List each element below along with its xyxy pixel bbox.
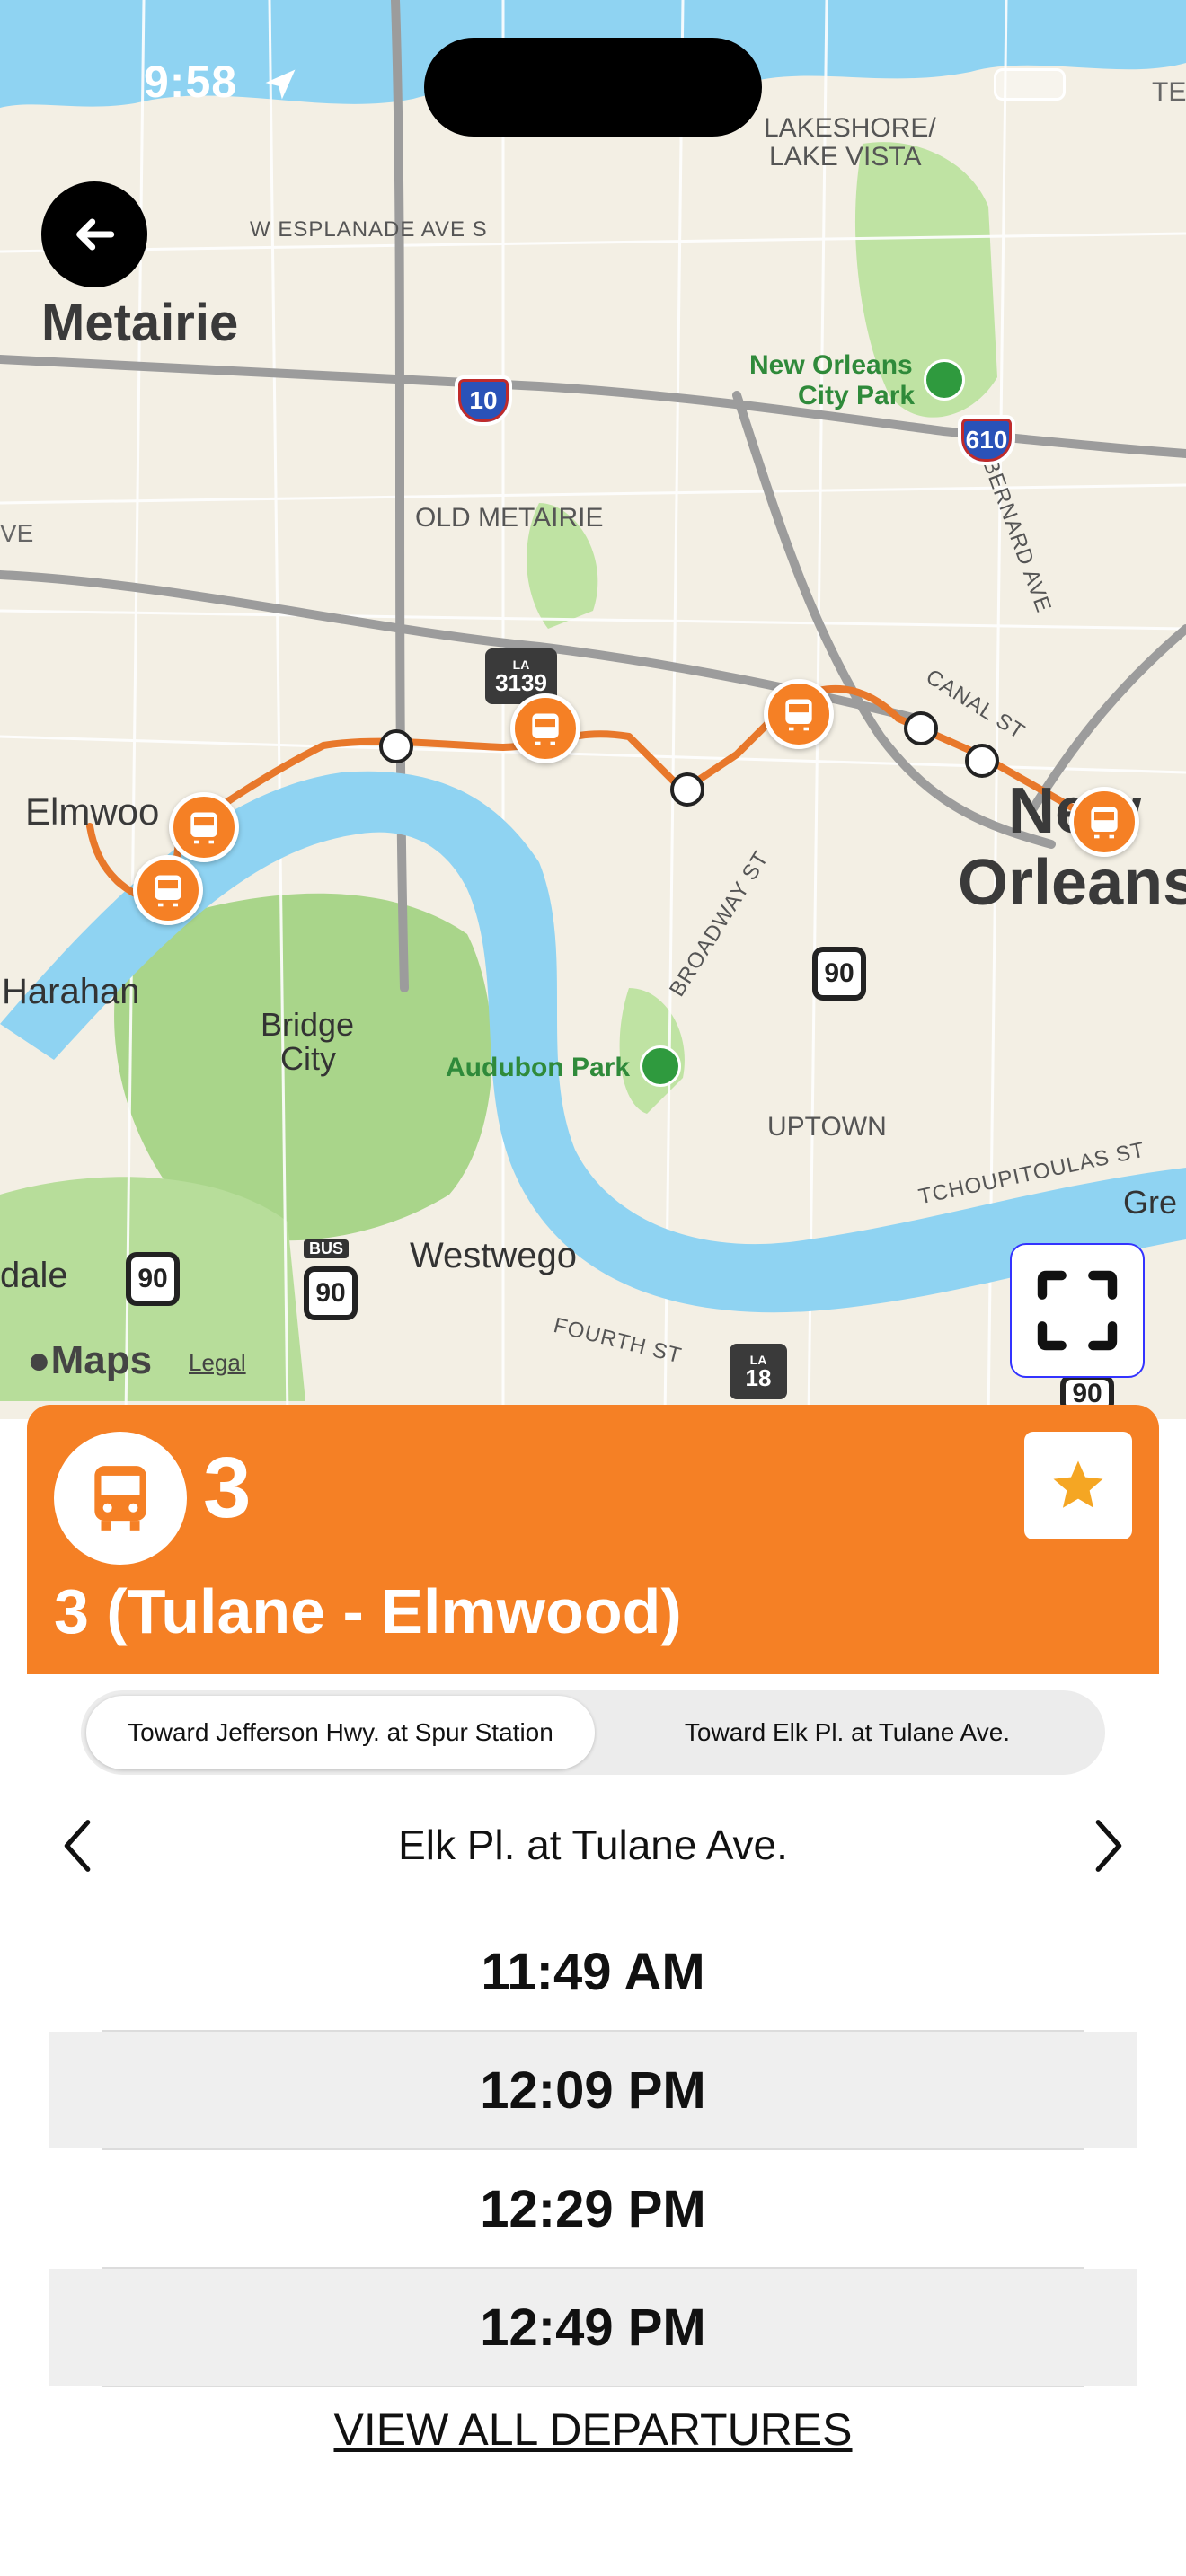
map-label-harahan: Harahan <box>2 972 140 1011</box>
shield-us90-b: 90 <box>126 1252 180 1306</box>
route-panel: 3 3 (Tulane - Elmwood) Toward Jefferson … <box>27 1405 1159 2483</box>
bus-icon <box>155 875 181 907</box>
map-label-new-orleans-2: Orleans <box>958 847 1186 919</box>
status-time: 9:58 <box>144 57 238 107</box>
map-label-lake-vista: LAKE VISTA <box>769 142 922 172</box>
map-label-dale: dale <box>0 1256 68 1295</box>
bus-vehicle-pin[interactable] <box>133 855 203 925</box>
street-esplanade: W ESPLANADE AVE S <box>250 217 488 242</box>
bus-icon <box>190 812 217 844</box>
chevron-right-icon[interactable] <box>1075 1814 1137 1877</box>
legal-link[interactable]: Legal <box>189 1349 246 1377</box>
back-arrow-icon <box>76 218 115 251</box>
park-city-park-line1: New Orleans <box>749 350 913 380</box>
map-label-lakeshore: LAKESHORE/ <box>764 113 936 143</box>
map-label-elmwood: Elmwoo <box>25 790 160 833</box>
favorite-button[interactable] <box>1024 1432 1132 1539</box>
park-marker-icon <box>640 1045 681 1087</box>
chevron-left-icon[interactable] <box>49 1814 111 1877</box>
direction-tab-elk[interactable]: Toward Elk Pl. at Tulane Ave. <box>595 1696 1100 1769</box>
expand-map-button[interactable] <box>1010 1243 1145 1378</box>
map-label-ve: VE <box>0 519 34 547</box>
park-audubon: Audubon Park <box>446 1053 631 1082</box>
departure-row: 12:49 PM <box>49 2269 1137 2386</box>
map-label-te: TE <box>1152 77 1186 107</box>
map-label-westwego: Westwego <box>410 1236 578 1275</box>
back-button[interactable] <box>41 181 147 287</box>
departure-row: 12:09 PM <box>49 2032 1137 2148</box>
bus-vehicle-pin[interactable] <box>1069 787 1139 857</box>
shield-bus-tag: BUS <box>304 1239 350 1258</box>
route-badge <box>54 1432 187 1565</box>
departure-row: 12:29 PM <box>480 2179 706 2238</box>
bus-icon <box>94 1466 146 1531</box>
star-icon <box>1053 1460 1103 1508</box>
stop-selector: Elk Pl. at Tulane Ave. <box>27 1800 1159 1890</box>
bus-icon <box>532 713 559 745</box>
map-label-uptown: UPTOWN <box>767 1112 887 1142</box>
map-label-old-metairie: OLD METAIRIE <box>415 503 604 533</box>
bus-icon <box>785 699 812 731</box>
map-label-city: City <box>280 1040 336 1077</box>
bus-vehicle-pin[interactable] <box>764 679 834 749</box>
shield-la3139-number: 3139 <box>495 669 547 696</box>
battery-icon <box>994 68 1066 101</box>
route-stop-dot[interactable] <box>904 711 938 745</box>
shield-us90-c: 90 <box>304 1266 358 1320</box>
direction-tab-jefferson[interactable]: Toward Jefferson Hwy. at Spur Station <box>86 1696 595 1769</box>
route-header: 3 3 (Tulane - Elmwood) <box>27 1405 1159 1674</box>
maps-attribution: ●Maps <box>27 1338 152 1383</box>
maps-attribution-label: Maps <box>50 1338 153 1382</box>
shield-i10: 10 <box>455 375 512 426</box>
route-stop-dot[interactable] <box>670 772 704 807</box>
route-name: 3 (Tulane - Elmwood) <box>54 1576 682 1646</box>
departure-row: 11:49 AM <box>481 1942 705 2001</box>
route-stop-dot[interactable] <box>379 729 413 763</box>
shield-la18: LA 18 <box>730 1344 787 1399</box>
stop-name: Elk Pl. at Tulane Ave. <box>398 1822 788 1868</box>
route-number: 3 <box>203 1440 252 1536</box>
apple-logo-icon: ● <box>27 1338 51 1382</box>
shield-la18-number: 18 <box>745 1364 772 1391</box>
map-view[interactable] <box>0 0 1186 1419</box>
park-marker-icon <box>924 359 965 401</box>
row-divider <box>102 2386 1084 2387</box>
map-label-metairie: Metairie <box>41 294 239 352</box>
bus-icon <box>1091 807 1118 839</box>
expand-icon <box>1037 1270 1118 1351</box>
map-label-gre: Gre <box>1123 1184 1178 1221</box>
bus-vehicle-pin[interactable] <box>510 693 580 763</box>
shield-us90-a: 90 <box>812 947 866 1001</box>
bus-vehicle-pin[interactable] <box>169 792 239 862</box>
direction-selector: Toward Jefferson Hwy. at Spur Station To… <box>81 1690 1105 1775</box>
map-label-bridge: Bridge <box>261 1006 355 1043</box>
dynamic-island <box>424 38 762 137</box>
park-city-park-line2: City Park <box>798 381 916 410</box>
route-stop-dot[interactable] <box>965 744 999 778</box>
shield-i610: 610 <box>958 415 1015 465</box>
location-arrow-icon <box>265 69 296 100</box>
view-all-departures-link[interactable]: VIEW ALL DEPARTURES <box>27 2404 1159 2456</box>
